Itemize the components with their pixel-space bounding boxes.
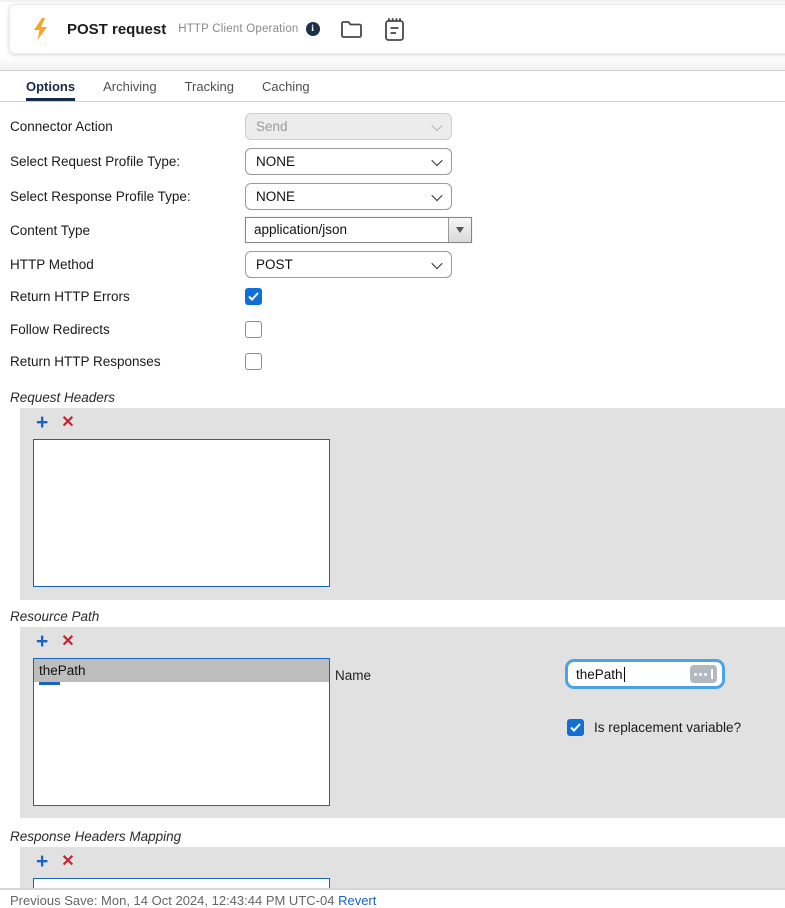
- form-row-response-profile: Select Response Profile Type: NONE: [10, 183, 452, 210]
- info-icon[interactable]: i: [305, 22, 320, 36]
- follow-redirects-checkbox[interactable]: [245, 321, 262, 338]
- chevron-down-icon: [431, 154, 443, 166]
- field-label: HTTP Method: [10, 257, 94, 272]
- revert-link[interactable]: Revert: [338, 893, 376, 908]
- page-top-border: [0, 0, 785, 2]
- response-headers-mapping-panel: + ✕: [20, 847, 785, 888]
- field-label: Return HTTP Responses: [10, 354, 161, 369]
- http-method-select[interactable]: POST: [245, 251, 452, 278]
- folder-icon[interactable]: [340, 19, 364, 39]
- request-profile-type-select[interactable]: NONE: [245, 148, 452, 175]
- select-value: NONE: [256, 189, 296, 204]
- combobox-value: application/json: [254, 222, 348, 237]
- field-label: Follow Redirects: [10, 322, 110, 337]
- header-shadow: [0, 57, 785, 70]
- request-headers-title: Request Headers: [10, 390, 116, 405]
- list-item-focus-accent: [39, 682, 60, 685]
- add-row-button[interactable]: +: [36, 851, 48, 872]
- request-headers-panel: + ✕: [20, 408, 785, 600]
- select-value: NONE: [256, 154, 296, 169]
- tab-options[interactable]: Options: [26, 79, 76, 101]
- form-row-return-http-errors: Return HTTP Errors: [10, 288, 262, 305]
- component-type-label: HTTP Client Operation: [178, 23, 299, 35]
- component-header-card: POST request HTTP Client Operation i: [9, 4, 785, 54]
- form-row-http-method: HTTP Method POST: [10, 251, 452, 278]
- component-title: POST request: [67, 20, 167, 38]
- text-cursor: [623, 666, 626, 682]
- tab-tracking[interactable]: Tracking: [185, 79, 234, 101]
- ellipsis-bar: [711, 669, 713, 679]
- ellipsis-editor-button[interactable]: [690, 665, 717, 683]
- form-row-request-profile: Select Request Profile Type: NONE: [10, 148, 452, 175]
- field-label: Select Response Profile Type:: [10, 189, 191, 204]
- content-bottom-divider: [0, 888, 785, 890]
- dropdown-arrow-icon: [456, 227, 464, 233]
- previous-save-footer: Previous Save: Mon, 14 Oct 2024, 12:43:4…: [10, 893, 376, 908]
- previous-save-text: Previous Save: Mon, 14 Oct 2024, 12:43:4…: [10, 893, 335, 908]
- field-label: Return HTTP Errors: [10, 289, 130, 304]
- form-row-content-type: Content Type application/json: [10, 217, 472, 243]
- field-label: Select Request Profile Type:: [10, 154, 181, 169]
- check-icon: [570, 723, 581, 732]
- grid-toolbar: + ✕: [36, 412, 75, 433]
- name-label: Name: [335, 668, 372, 683]
- connector-action-select[interactable]: Send: [245, 113, 452, 140]
- combobox-dropdown-button[interactable]: [448, 218, 471, 242]
- add-row-button[interactable]: +: [36, 412, 48, 433]
- delete-row-button[interactable]: ✕: [61, 852, 74, 872]
- return-http-responses-checkbox[interactable]: [245, 353, 262, 370]
- name-input[interactable]: thePath: [565, 659, 725, 689]
- chevron-down-icon: [431, 257, 443, 269]
- return-http-errors-checkbox[interactable]: [245, 288, 262, 305]
- select-value: Send: [256, 119, 288, 134]
- resource-path-list[interactable]: thePath: [33, 658, 330, 806]
- grid-toolbar: + ✕: [36, 851, 75, 872]
- replacement-variable-row: Is replacement variable?: [567, 719, 741, 736]
- is-replacement-variable-checkbox[interactable]: [567, 719, 584, 736]
- field-label: Connector Action: [10, 119, 113, 134]
- response-headers-mapping-title: Response Headers Mapping: [10, 829, 182, 844]
- header-divider: [0, 70, 785, 71]
- resource-path-panel: + ✕ thePath Name thePath Is replacement …: [20, 627, 785, 818]
- http-client-operation-page: { "header": { "title": "POST request", "…: [0, 0, 785, 908]
- chevron-down-icon: [431, 119, 443, 131]
- check-icon: [248, 292, 259, 301]
- content-type-combobox[interactable]: application/json: [245, 217, 472, 243]
- tab-caching[interactable]: Caching: [262, 79, 310, 101]
- tab-archiving[interactable]: Archiving: [103, 79, 156, 101]
- input-value: thePath: [576, 666, 623, 682]
- add-row-button[interactable]: +: [36, 631, 48, 652]
- form-row-follow-redirects: Follow Redirects: [10, 321, 262, 338]
- delete-row-button[interactable]: ✕: [61, 413, 74, 433]
- lightning-bolt-icon: [32, 18, 49, 40]
- replacement-variable-label: Is replacement variable?: [594, 720, 742, 735]
- chevron-down-icon: [431, 189, 443, 201]
- form-row-connector-action: Connector Action Send: [10, 113, 452, 140]
- delete-row-button[interactable]: ✕: [61, 632, 74, 652]
- notes-clipboard-icon[interactable]: [384, 17, 405, 42]
- tab-bar: Options Archiving Tracking Caching: [0, 77, 785, 102]
- grid-toolbar: + ✕: [36, 631, 75, 652]
- resource-path-title: Resource Path: [10, 609, 100, 624]
- field-label: Content Type: [10, 222, 91, 238]
- response-profile-type-select[interactable]: NONE: [245, 183, 452, 210]
- list-item-selected[interactable]: thePath: [34, 659, 329, 682]
- form-row-return-http-responses: Return HTTP Responses: [10, 353, 262, 370]
- request-headers-list[interactable]: [33, 439, 330, 587]
- response-headers-mapping-list[interactable]: [33, 878, 330, 888]
- select-value: POST: [256, 257, 293, 272]
